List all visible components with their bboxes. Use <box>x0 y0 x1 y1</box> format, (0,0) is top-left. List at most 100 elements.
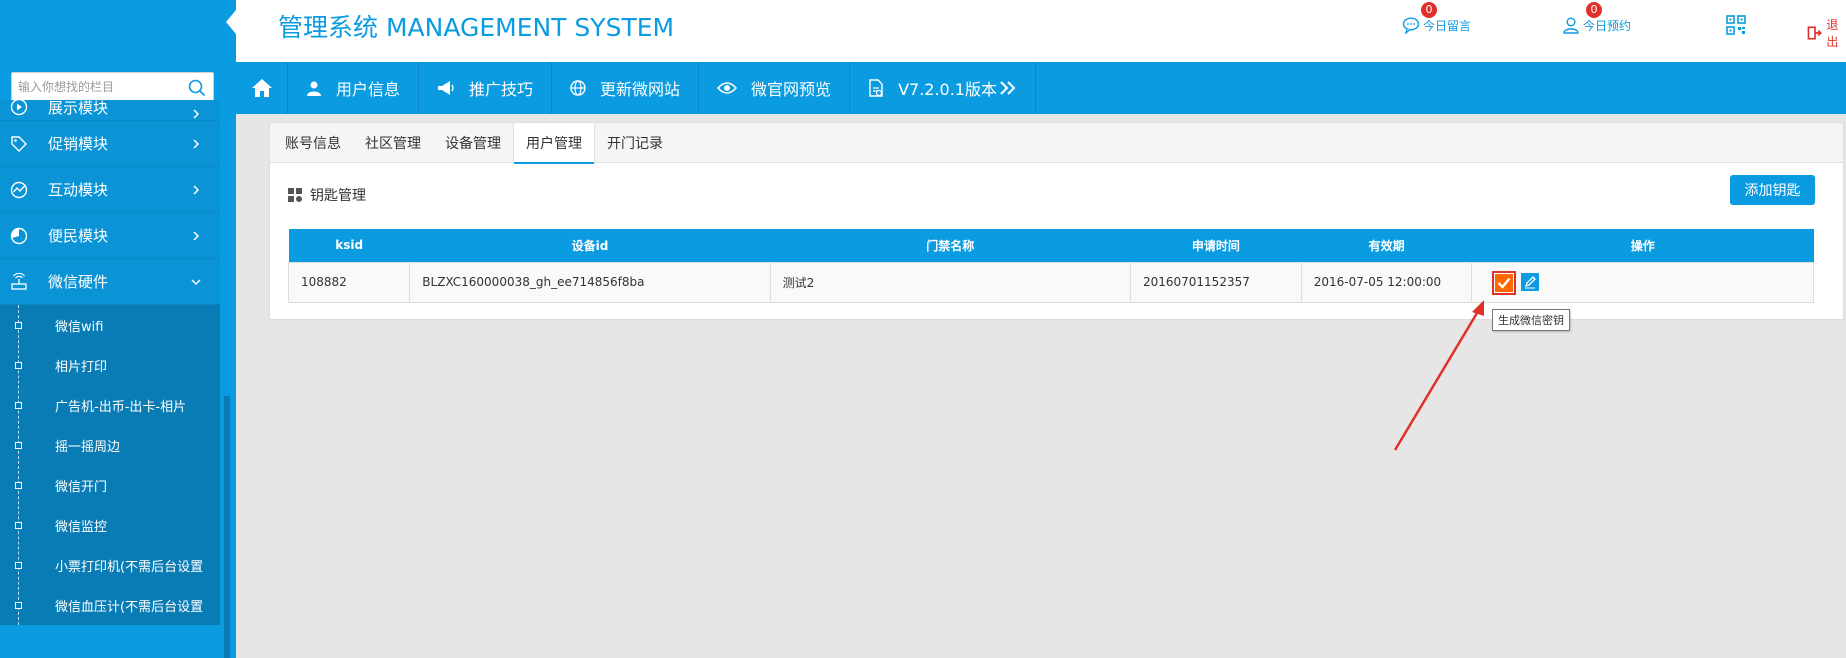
tab-door-records[interactable]: 开门记录 <box>595 123 675 163</box>
nav-site-preview[interactable]: 微官网预览 <box>699 62 851 114</box>
column-header: 操作 <box>1471 229 1814 262</box>
submenu-item-label: 小票打印机(不需后台设置 <box>55 559 204 575</box>
column-header: 设备id <box>409 229 771 262</box>
nav-label: V7.2.0.1版本 <box>898 80 997 99</box>
sidebar-scrollbar[interactable] <box>224 396 230 658</box>
search-icon[interactable] <box>188 79 206 97</box>
tree-node <box>15 522 22 529</box>
tree-node <box>15 402 22 409</box>
message-icon <box>1402 17 1420 34</box>
sidebar-item-convenience[interactable]: 便民模块 <box>0 213 220 259</box>
appointments-badge: 0 <box>1586 2 1602 18</box>
tree-node <box>15 442 22 449</box>
sidebar-item-label: 互动模块 <box>48 181 109 199</box>
search-input[interactable] <box>12 73 182 101</box>
submenu-item[interactable]: 相片打印 <box>0 345 220 385</box>
nav-promotion-tips[interactable]: 推广技巧 <box>419 62 553 114</box>
cell-door-name: 测试2 <box>769 261 1131 303</box>
tag-icon <box>8 133 30 155</box>
submenu-item[interactable]: 微信监控 <box>0 505 220 545</box>
home-icon <box>251 79 272 97</box>
tab-bar: 账号信息 社区管理 设备管理 用户管理 开门记录 <box>270 123 1843 164</box>
logo-notch <box>226 10 236 34</box>
nav-home[interactable] <box>236 62 288 114</box>
content-panel: 账号信息 社区管理 设备管理 用户管理 开门记录 钥匙管理 添加钥匙 ksid … <box>269 122 1844 320</box>
section-title: 钥匙管理 <box>310 188 366 204</box>
sidebar-item-display[interactable]: 展示模块 <box>0 100 220 121</box>
document-icon <box>869 79 883 97</box>
nav-user-info[interactable]: 用户信息 <box>288 62 420 114</box>
add-key-button[interactable]: 添加钥匙 <box>1730 175 1815 205</box>
cell-apply-time: 20160701152357 <box>1129 261 1302 303</box>
today-appointments-link[interactable]: 0 今日预约 <box>1562 2 1632 34</box>
column-header: 门禁名称 <box>770 229 1131 262</box>
edit-button[interactable] <box>1521 272 1540 291</box>
top-navbar: 用户信息 推广技巧 更新微网站 微官网预览 V7.2.0.1版本 <box>236 62 1846 114</box>
submenu-item-label: 微信开门 <box>55 479 108 495</box>
logout-link[interactable]: 退出 <box>1806 16 1846 50</box>
sidebar-item-interaction[interactable]: 互动模块 <box>0 167 220 213</box>
tab-user-management[interactable]: 用户管理 <box>513 123 595 164</box>
logout-icon <box>1807 26 1822 40</box>
sidebar-item-promotion[interactable]: 促销模块 <box>0 121 220 167</box>
submenu-item[interactable]: 广告机-出币-出卡-相片 <box>0 385 220 425</box>
submenu-item[interactable]: 小票打印机(不需后台设置 <box>0 545 220 585</box>
tab-devices[interactable]: 设备管理 <box>433 123 513 163</box>
cell-actions <box>1471 261 1814 303</box>
sidebar-item-label: 微信硬件 <box>48 273 109 291</box>
submenu-item-label: 微信血压计(不需后台设置 <box>55 599 204 615</box>
table-header-row: ksid 设备id 门禁名称 申请时间 有效期 操作 <box>288 229 1814 262</box>
annotation-arrow <box>1393 300 1484 451</box>
globe-icon <box>570 80 586 96</box>
header: 管理系统 MANAGEMENT SYSTEM 0 今日预约 0 今日留言 退出 <box>236 0 1846 62</box>
sidebar: 展示模块 促销模块 互动模块 便民模块 <box>0 0 236 658</box>
sidebar-item-label: 促销模块 <box>48 135 109 153</box>
submenu-item-label: 广告机-出币-出卡-相片 <box>55 399 187 415</box>
router-icon <box>8 271 30 293</box>
submenu-item-label: 相片打印 <box>55 359 108 375</box>
logout-label: 退出 <box>1826 18 1839 49</box>
column-header: 申请时间 <box>1130 229 1302 262</box>
megaphone-icon <box>438 81 454 95</box>
pie-icon <box>8 225 30 247</box>
submenu-item[interactable]: 微信开门 <box>0 465 220 505</box>
sidebar-menu: 展示模块 促销模块 互动模块 便民模块 微信硬件 微信wifi 相片打印 广告机… <box>0 100 220 625</box>
sidebar-item-wechat-hardware[interactable]: 微信硬件 <box>0 259 220 305</box>
nav-update-microsite[interactable]: 更新微网站 <box>552 62 700 114</box>
tree-node <box>15 322 22 329</box>
nav-version[interactable]: V7.2.0.1版本 <box>850 62 1036 114</box>
chevron-right-icon <box>193 109 200 119</box>
submenu-item[interactable]: 摇一摇周边 <box>0 425 220 465</box>
tab-community[interactable]: 社区管理 <box>353 123 433 163</box>
column-header: 有效期 <box>1301 229 1472 262</box>
tab-account-info[interactable]: 账号信息 <box>273 123 353 163</box>
chevron-right-icon <box>193 184 200 195</box>
submenu-item-label: 微信wifi <box>55 319 104 335</box>
cell-device-id: BLZXC160000038_gh_ee714856f8ba <box>409 261 771 303</box>
tree-node <box>15 562 22 569</box>
sidebar-item-label: 展示模块 <box>48 100 109 117</box>
submenu-item[interactable]: 微信wifi <box>0 305 220 345</box>
user-icon <box>1563 17 1579 34</box>
pencil-icon <box>1525 275 1537 288</box>
today-messages-link[interactable]: 0 今日留言 <box>1402 2 1472 34</box>
appointments-label: 今日预约 <box>1583 19 1632 33</box>
chevron-right-icon <box>193 230 200 241</box>
sidebar-item-label: 便民模块 <box>48 227 109 245</box>
qrcode-icon[interactable] <box>1726 15 1746 35</box>
chart-line-icon <box>8 179 30 201</box>
chevron-down-icon <box>191 278 201 285</box>
generate-key-tooltip: 生成微信密钥 <box>1492 309 1570 331</box>
submenu-item-label: 微信监控 <box>55 519 108 535</box>
section-header: 钥匙管理 <box>288 185 366 205</box>
checkmark-icon <box>1495 273 1514 292</box>
nav-label: 用户信息 <box>336 80 401 99</box>
messages-label: 今日留言 <box>1423 19 1472 33</box>
submenu-item[interactable]: 微信血压计(不需后台设置 <box>0 585 220 625</box>
column-header: ksid <box>288 229 410 262</box>
tree-node <box>15 602 22 609</box>
nav-label: 微官网预览 <box>751 80 832 99</box>
tree-node <box>15 482 22 489</box>
chevron-right-icon <box>193 138 200 149</box>
sidebar-search <box>11 72 214 102</box>
